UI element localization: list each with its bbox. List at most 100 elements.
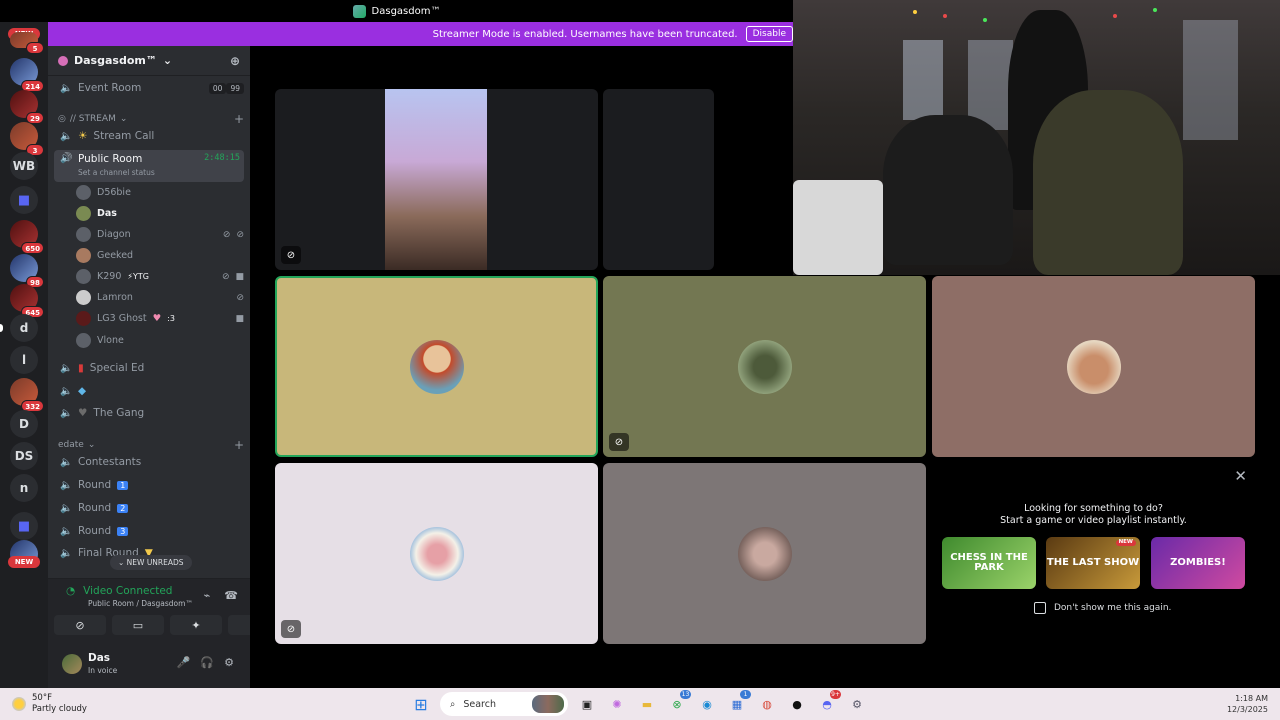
avatar[interactable] [62, 654, 82, 674]
server-icon[interactable]: 214 [10, 58, 44, 92]
new-unreads-button[interactable]: ⌄ NEW UNREADS [110, 555, 192, 570]
share-screen-button[interactable]: ▭ [112, 615, 164, 635]
store-icon[interactable]: ▦ 1 [726, 690, 751, 715]
dont-show-checkbox[interactable]: Don't show me this again. [1034, 602, 1171, 614]
checkbox[interactable] [1034, 602, 1046, 614]
channel-round-1[interactable]: 🔈 Round 1 [54, 475, 244, 495]
server-icon[interactable]: 645 [10, 284, 44, 318]
category-stream[interactable]: ◎ // STREAM ⌄ + [58, 112, 244, 126]
server-n[interactable]: n [10, 474, 38, 502]
chrome-icon[interactable]: ◍ [756, 693, 778, 715]
guild-header[interactable]: Dasgasdom™ ⌄ ⊕ [48, 46, 250, 76]
participant-tile[interactable] [275, 276, 598, 457]
participant-tile[interactable]: ⊘ [275, 463, 598, 644]
disconnect-icon[interactable]: ☎ [224, 589, 238, 602]
weather-temp: 50°F [32, 693, 52, 703]
voice-member[interactable]: K290 ⚡YTG ⊘ ■ [76, 267, 244, 286]
video-tile[interactable]: ⊘ [275, 89, 598, 270]
file-explorer-icon[interactable]: ▬ [636, 693, 658, 715]
voice-member[interactable]: D56bie [76, 183, 244, 202]
channel-label: Stream Call [93, 130, 155, 142]
popup-heading: Looking for something to do? [1024, 503, 1163, 514]
server-icon[interactable]: 650 [10, 220, 44, 254]
edge-icon[interactable]: ◉ [696, 693, 718, 715]
task-view-icon[interactable]: ▣ [576, 693, 598, 715]
voice-member[interactable]: LG3 Ghost ♥:3 ■ [76, 309, 244, 328]
server-D[interactable]: D [10, 410, 38, 438]
channel-special-ed[interactable]: 🔈 ▮ Special Ed [54, 358, 244, 378]
gem-icon: ◆ [78, 385, 87, 397]
channel-round-2[interactable]: 🔈 Round 2 [54, 498, 244, 518]
game-card-chess[interactable]: CHESS IN THE PARK [942, 537, 1036, 589]
activities-button[interactable]: ✦ [170, 615, 222, 635]
camera-off-icon: ⊘ [75, 618, 85, 632]
channel-public-room[interactable]: 🔊 Public Room 2:48:15 Set a channel stat… [54, 150, 244, 182]
channel-contestants[interactable]: 🔈 Contestants [54, 452, 244, 472]
voice-location[interactable]: Public Room / Dasgasdom™ [88, 599, 193, 608]
settings-gear-icon[interactable]: ⚙ [846, 693, 868, 715]
microphone-icon[interactable]: 🎤 [177, 656, 191, 669]
gear-icon[interactable]: ⚙ [224, 656, 234, 669]
avatar [76, 333, 91, 348]
noise-suppression-icon[interactable]: ⌁ [204, 589, 211, 602]
server-d[interactable]: d [10, 314, 38, 342]
participant-tile[interactable] [603, 463, 926, 644]
clock-time: 1:18 AM [1235, 694, 1268, 703]
category-label: edate [58, 440, 84, 450]
channel-label: Round [78, 502, 112, 514]
voice-member[interactable]: Geeked [76, 246, 244, 265]
screen-share-icon: ▭ [132, 618, 144, 632]
copilot-icon[interactable]: ✺ [606, 693, 628, 715]
server-l[interactable]: l [10, 346, 38, 374]
search-box[interactable]: ⌕ Search [440, 692, 568, 716]
channel-stream-call[interactable]: 🔈 ☀ Stream Call [54, 126, 244, 146]
discord-icon[interactable]: ◓ 9+ [816, 690, 841, 715]
channel-event-room[interactable]: 🔈 Event Room 00 99 [54, 78, 244, 98]
game-card-zombies[interactable]: ZOMBIES! [1151, 537, 1245, 589]
avatar [737, 526, 792, 581]
server-wb[interactable]: WB [10, 152, 38, 180]
server-folder-icon[interactable]: ■ [10, 186, 38, 214]
window-title: Dasgasdom™ [371, 5, 441, 17]
mic-muted-icon: ⊘ [609, 433, 629, 451]
windows-start-icon[interactable]: ⊞ [410, 693, 432, 715]
video-tile[interactable] [603, 89, 714, 270]
voice-member[interactable]: Vlone [76, 331, 244, 350]
heart-icon: ♥ [152, 313, 162, 324]
camera-off-button[interactable]: ⊘ [54, 615, 106, 635]
server-icon[interactable]: 332 [10, 378, 44, 412]
voice-member[interactable]: Diagon ⊘ ⊘ [76, 225, 244, 244]
participant-tile[interactable]: ⊘ [603, 276, 926, 457]
add-channel-icon[interactable]: + [234, 112, 244, 126]
channel-gem[interactable]: 🔈 ◆ [54, 381, 244, 401]
xbox-icon[interactable]: ⊗ 13 [666, 690, 691, 715]
channel-the-gang[interactable]: 🔈 ♥ The Gang [54, 403, 244, 423]
server-icon[interactable]: 5 [10, 32, 44, 54]
popup-subheading: Start a game or video playlist instantly… [1000, 515, 1187, 526]
server-icon[interactable]: 29 [10, 90, 44, 124]
channel-round-3[interactable]: 🔈 Round 3 [54, 521, 244, 541]
window-titlebar: Dasgasdom™ [0, 0, 793, 22]
voice-member[interactable]: Das [76, 204, 244, 223]
server-icon[interactable]: 98 [10, 254, 44, 288]
server-folder-icon[interactable]: ■ [10, 512, 38, 540]
add-member-icon[interactable]: ⊕ [230, 54, 240, 68]
banner-text: Streamer Mode is enabled. Usernames have… [432, 28, 738, 40]
system-clock[interactable]: 1:18 AM 12/3/2025 [1227, 693, 1268, 715]
app-icon[interactable]: ● [786, 693, 808, 715]
server-DS[interactable]: DS [10, 442, 38, 470]
server-icon[interactable]: 3 [10, 122, 44, 156]
voice-member[interactable]: Lamron ⊘ [76, 288, 244, 307]
game-card-last-show[interactable]: THE LAST SHOW NEW [1046, 537, 1140, 589]
add-channel-icon[interactable]: + [234, 438, 244, 452]
avatar [76, 290, 91, 305]
headphones-icon[interactable]: 🎧 [200, 656, 214, 669]
participant-tile[interactable] [932, 276, 1255, 457]
disable-button[interactable]: Disable [745, 26, 793, 42]
channel-status[interactable]: Set a channel status [78, 168, 155, 177]
voice-status[interactable]: ◔ Video Connected [66, 585, 172, 597]
category-edate[interactable]: edate ⌄ + [58, 438, 244, 452]
weather-widget[interactable]: 50°F Partly cloudy [12, 693, 87, 715]
close-icon[interactable]: ✕ [1234, 467, 1247, 485]
new-pill[interactable]: NEW [8, 556, 40, 568]
